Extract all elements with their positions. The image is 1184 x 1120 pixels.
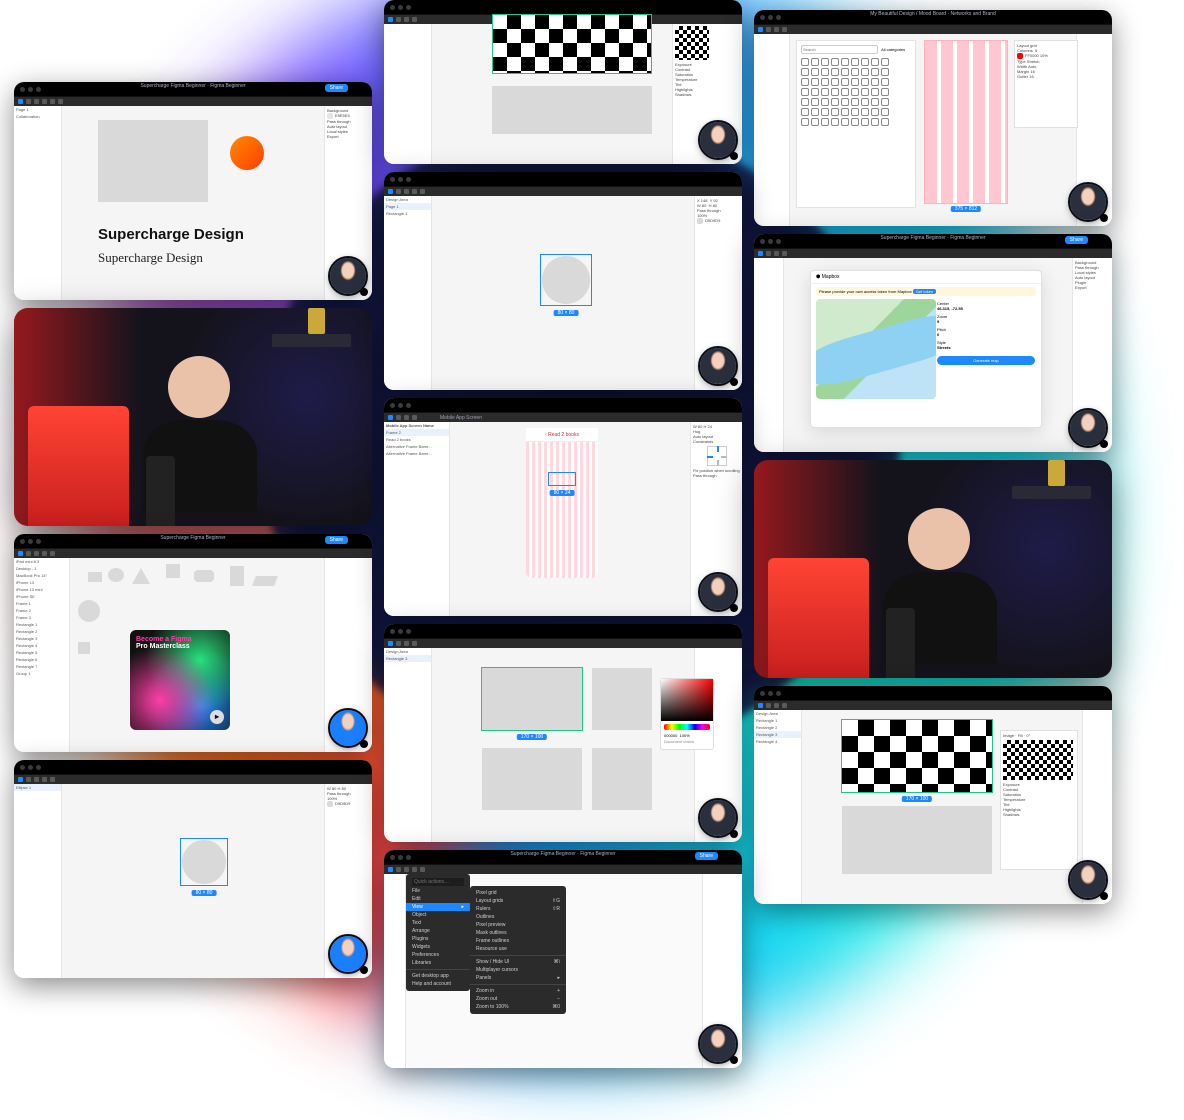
selected-rectangle[interactable] [482, 668, 582, 730]
constraints-widget[interactable] [707, 446, 727, 466]
quick-actions-input[interactable] [412, 878, 464, 886]
selected-element[interactable] [548, 472, 576, 486]
generate-map-button[interactable]: Generate map [937, 356, 1035, 365]
tile-mapbox-plugin[interactable]: Supercharge Figma Beginner · Figma Begin… [754, 234, 1112, 452]
instructor-video-large-2[interactable] [754, 460, 1112, 678]
checker-image-large[interactable] [492, 14, 652, 74]
get-token-button[interactable]: Get token [913, 289, 936, 294]
file-breadcrumb: My Beautiful Design / Mood Board · Netwo… [870, 11, 996, 17]
share-button[interactable]: Share [325, 84, 348, 92]
view-submenu[interactable]: Pixel grid Layout grids⇧G Rulers⇧R Outli… [470, 886, 566, 1014]
color-field[interactable] [661, 679, 713, 721]
selection-box [180, 838, 228, 886]
phone-header: ‹ Read 2 books [526, 428, 598, 442]
tile-mobile-constraints[interactable]: Mobile App Screen Mobile App Screen Name… [384, 398, 742, 616]
map-preview[interactable] [816, 299, 936, 399]
figma-toolbar[interactable] [14, 96, 372, 106]
layers-sidebar[interactable]: Design Area Page 1 Rectangle 1 [384, 196, 432, 390]
heading-serif: Supercharge Design [98, 250, 203, 266]
color-picker-popover[interactable]: 000000 100% Document colors [660, 678, 714, 750]
layers-sidebar[interactable]: Mobile App Screen Name Frame 2 Read 2 bo… [384, 422, 450, 616]
mapbox-plugin-panel[interactable]: ⬢ Mapbox Please provide your own access … [810, 270, 1042, 428]
tile-masterclass-frames[interactable]: Supercharge Figma Beginner Share iPad mi… [14, 534, 372, 752]
selection-size-label: 80 × 80 [554, 310, 579, 316]
selection-box [540, 254, 592, 306]
tile-image-fill-checker[interactable]: Exposure Contrast Saturation Temperature… [384, 0, 742, 164]
layer-row[interactable]: Collaboration [14, 113, 61, 120]
layer-row[interactable]: Page 1 [14, 106, 61, 113]
hue-slider[interactable] [664, 724, 710, 730]
share-button[interactable]: Share [1065, 236, 1088, 244]
instructor-video-large[interactable] [14, 308, 372, 526]
main-menu[interactable]: File Edit View▸ Object Text Arrange Plug… [406, 874, 470, 991]
icon-search-input[interactable] [801, 45, 878, 54]
tile-quick-actions[interactable]: Supercharge Figma Beginner · Figma Begin… [384, 850, 742, 1068]
layers-sidebar[interactable]: iPad mini 8.3 Desktop - 1 MacBook Pro 14… [14, 558, 70, 752]
orange-circle[interactable] [230, 136, 264, 170]
collage-stage: Supercharge Figma Beginner · Figma Begin… [0, 0, 1184, 1120]
gray-rectangle [492, 86, 652, 134]
tile-ellipse-inspector[interactable]: Design Area Page 1 Rectangle 1 80 × 80 X… [384, 172, 742, 390]
icon-library-popover[interactable]: All categories [796, 40, 916, 208]
gray-rectangle[interactable] [98, 120, 208, 202]
checker-image[interactable] [842, 720, 992, 792]
layout-grid-settings-popover[interactable]: Layout grid Columns 5 FF0000 10% Type St… [1014, 40, 1078, 128]
image-fill-popover[interactable]: Image · Fill · 0° Exposure Contrast Satu… [1000, 730, 1078, 870]
phone-frame[interactable]: ‹ Read 2 books 80 × 24 [526, 428, 598, 578]
play-icon[interactable]: ▸ [210, 710, 224, 724]
map-properties[interactable]: Center46.315, -72.55 Zoom9 Pitch0 StyleS… [931, 299, 1041, 399]
tile-ellipse-simple[interactable]: Ellipse 1 80 × 80 W 80 H 80 Pass through… [14, 760, 372, 978]
heading-sans: Supercharge Design [98, 226, 244, 243]
layers-sidebar[interactable]: Page 1 Collaboration [14, 106, 62, 300]
category-dropdown[interactable]: All categories [881, 47, 905, 52]
icon-grid[interactable] [801, 58, 911, 126]
tile-layout-grid-icons[interactable]: My Beautiful Design / Mood Board · Netwo… [754, 10, 1112, 226]
frame-size-label: 375 × 812 [951, 206, 981, 212]
project-title: Supercharge Figma Beginner · Figma Begin… [140, 83, 245, 89]
masterclass-card[interactable]: Become a Figma Pro Masterclass ▸ [130, 630, 230, 730]
mac-titlebar: Supercharge Figma Beginner · Figma Begin… [14, 82, 372, 96]
tile-image-panel[interactable]: Design Area Rectangle 1 Rectangle 2 Rect… [754, 686, 1112, 904]
image-preview-thumb[interactable] [1003, 740, 1073, 780]
grid-preview-frame[interactable]: 375 × 812 [924, 40, 1008, 204]
tile-text-styles[interactable]: Supercharge Figma Beginner · Figma Begin… [14, 82, 372, 300]
image-thumb[interactable] [675, 26, 709, 60]
tile-color-picker[interactable]: Design Area Rectangle 3 170 × 100 000000… [384, 624, 742, 842]
plugin-title: Mapbox [822, 274, 840, 280]
canvas[interactable]: Supercharge Design Supercharge Design [62, 106, 324, 300]
